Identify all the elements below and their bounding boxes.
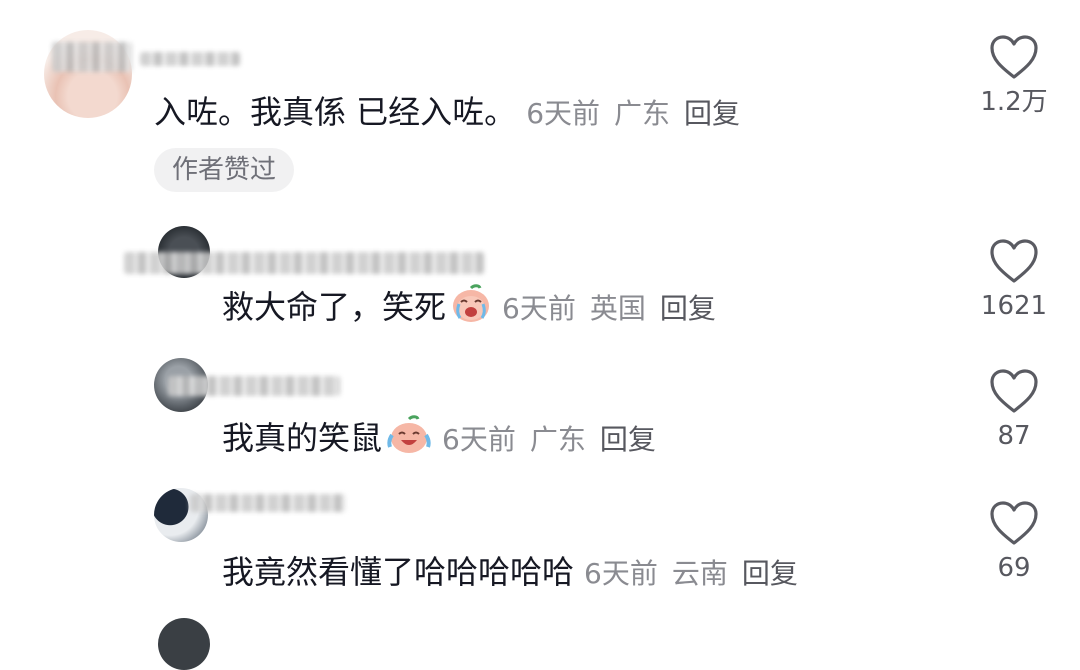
comment-text: 我竟然看懂了哈哈哈哈哈 <box>222 553 575 591</box>
comment-text: 救大命了，笑死 <box>222 288 447 326</box>
comment-location: 广东 <box>614 97 671 130</box>
like-count: 1.2万 <box>980 87 1048 117</box>
like-count: 69 <box>997 553 1031 583</box>
comment-time: 6天前 <box>526 97 601 130</box>
username-blurred[interactable] <box>168 376 340 396</box>
comment-time: 6天前 <box>502 292 576 325</box>
username-blurred[interactable] <box>124 252 484 274</box>
comment-meta: 6天前 云南 <box>584 557 728 590</box>
like-count: 1621 <box>980 291 1048 321</box>
comment-location: 广东 <box>529 423 586 456</box>
heart-outline-icon <box>990 239 1038 283</box>
username-blurred-suffix <box>140 52 240 66</box>
username-blurred[interactable] <box>52 42 132 72</box>
username-blurred[interactable] <box>190 494 346 512</box>
like-count: 87 <box>997 421 1031 451</box>
like-button[interactable]: 1621 <box>974 238 1054 322</box>
heart-outline-icon <box>990 35 1038 79</box>
comment-time: 6天前 <box>584 557 658 590</box>
reply-button[interactable]: 回复 <box>600 423 656 456</box>
comment-location: 英国 <box>589 292 646 325</box>
laughing-tears-peach-emoji <box>386 415 432 464</box>
author-liked-badge: 作者赞过 <box>154 148 295 192</box>
like-button[interactable]: 69 <box>974 500 1054 584</box>
reply-button[interactable]: 回复 <box>742 557 798 590</box>
comment-row[interactable]: 我真的笑鼠 6天前 广东 回复 <box>222 415 656 464</box>
comment-row[interactable]: 入咗。我真係 已经入咗。 6天前 广东 回复 <box>154 92 740 134</box>
comment-text: 入咗。我真係 已经入咗。 <box>154 93 517 131</box>
comment-meta: 6天前 广东 <box>442 423 586 456</box>
comment-time: 6天前 <box>442 423 516 456</box>
comment-row[interactable]: 救大命了，笑死 6天前 英国 回复 <box>222 284 716 333</box>
comment-row[interactable]: 我竟然看懂了哈哈哈哈哈 6天前 云南 回复 <box>222 552 798 594</box>
like-button[interactable]: 1.2万 <box>974 34 1054 118</box>
comment-location: 云南 <box>671 557 728 590</box>
like-button[interactable]: 87 <box>974 368 1054 452</box>
reply-button[interactable]: 回复 <box>660 292 716 325</box>
crying-laughing-peach-emoji <box>450 284 492 333</box>
comment-text: 我真的笑鼠 <box>222 419 383 457</box>
comment-meta: 6天前 广东 <box>526 97 670 130</box>
comment-meta: 6天前 英国 <box>502 292 646 325</box>
heart-outline-icon <box>990 501 1038 545</box>
reply-button[interactable]: 回复 <box>684 97 740 130</box>
heart-outline-icon <box>990 369 1038 413</box>
